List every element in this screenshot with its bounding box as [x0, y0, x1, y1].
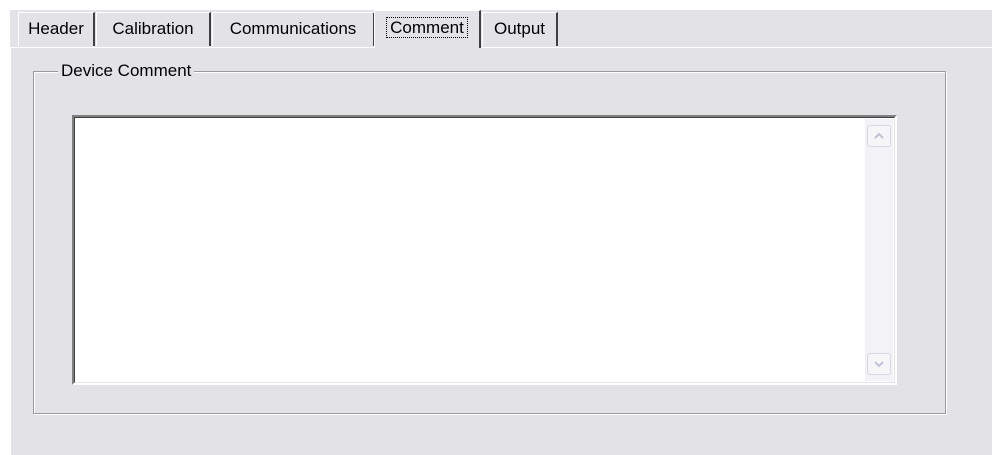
tab-comment[interactable]: Comment [374, 10, 481, 48]
tab-comment-label: Comment [386, 17, 468, 38]
device-comment-field[interactable] [72, 115, 897, 385]
scroll-up-arrow-icon [874, 132, 884, 139]
tab-communications-label: Communications [229, 19, 357, 38]
device-comment-textarea[interactable] [76, 119, 863, 381]
tab-communications[interactable]: Communications [212, 12, 375, 46]
device-comment-group-title: Device Comment [58, 61, 195, 81]
vertical-scrollbar[interactable] [865, 119, 893, 381]
tab-header[interactable]: Header [18, 12, 95, 46]
tab-output[interactable]: Output [482, 12, 558, 46]
tab-calibration-label: Calibration [112, 19, 194, 38]
tab-header-label: Header [28, 19, 84, 38]
scroll-up-button[interactable] [867, 125, 891, 147]
scroll-down-button[interactable] [867, 353, 891, 375]
tab-bar: Header Calibration Communications Commen… [10, 10, 992, 48]
tab-output-label: Output [493, 19, 546, 38]
tab-calibration[interactable]: Calibration [96, 12, 211, 46]
scroll-down-arrow-icon [874, 361, 884, 368]
